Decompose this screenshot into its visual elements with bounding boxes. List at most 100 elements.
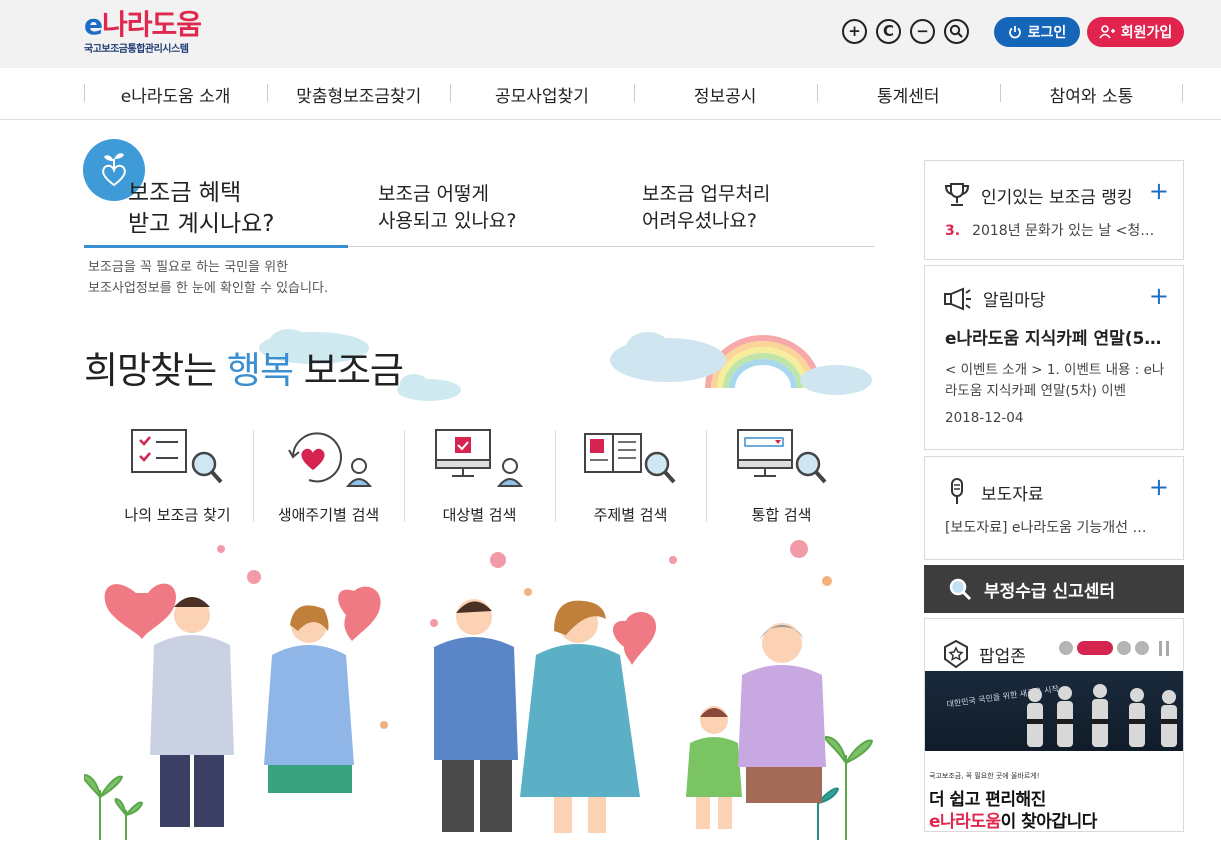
site-logo[interactable]: e나라도움 국고보조금통합관리시스템 <box>84 8 202 55</box>
category-my-subsidy[interactable]: 나의 보조금 찾기 <box>102 428 253 524</box>
main-nav: e나라도움 소개 맞춤형보조금찾기 공모사업찾기 정보공시 통계센터 참여와 소… <box>0 68 1221 120</box>
notice-more-button[interactable]: + <box>1149 284 1169 308</box>
monitor-search-icon <box>737 429 827 484</box>
logo-e: e <box>84 8 103 41</box>
popup-zone-panel: 팝업존 대한민국 국민을 위한 새로운 시작 국고보조금, 꼭 필요한 곳에 올… <box>924 618 1184 832</box>
trophy-icon <box>944 183 970 206</box>
book-search-icon <box>584 433 676 484</box>
pager-dot[interactable] <box>1117 641 1131 655</box>
logo-text: 나라도움 <box>102 8 202 41</box>
banner-photo: 대한민국 국민을 위한 새로운 시작 <box>925 683 1183 777</box>
accessibility-tools: + C − <box>842 19 969 44</box>
hero-title-post: 보조금 <box>293 349 404 392</box>
search-icon[interactable] <box>944 19 969 44</box>
popup-zone-title: 팝업존 <box>979 646 1026 667</box>
nav-item-public-projects[interactable]: 공모사업찾기 <box>450 68 633 120</box>
notice-date: 2018-12-04 <box>945 410 1024 426</box>
logo-subtitle: 국고보조금통합관리시스템 <box>84 44 189 55</box>
tab-usage-line1: 보조금 어떻게 <box>378 183 489 205</box>
nav-item-community[interactable]: 참여와 소통 <box>999 68 1184 120</box>
category-lifecycle[interactable]: 생애주기별 검색 <box>253 428 404 524</box>
popup-brand: e나라도움 <box>929 812 1001 832</box>
pause-icon[interactable] <box>1159 641 1169 656</box>
power-icon <box>1008 26 1021 39</box>
category-label: 통합 검색 <box>751 506 812 524</box>
hero-title: 희망찾는 행복 보조금 <box>84 340 404 394</box>
zoom-out-icon[interactable]: − <box>910 19 935 44</box>
category-topic[interactable]: 주제별 검색 <box>555 428 706 524</box>
join-button[interactable]: 회원가입 <box>1087 17 1184 47</box>
nav-item-custom-subsidy[interactable]: 맞춤형보조금찾기 <box>267 68 450 120</box>
pager-dot[interactable] <box>1059 641 1073 655</box>
tab-usage[interactable]: 보조금 어떻게 사용되고 있나요? <box>378 181 517 235</box>
pager-dot[interactable] <box>1135 641 1149 655</box>
add-user-icon <box>1099 25 1115 39</box>
popup-headline-rest: 이 찾아갑니다 <box>1000 812 1098 832</box>
hero-title-highlight: 행복 <box>226 349 294 392</box>
tab-work[interactable]: 보조금 업무처리 어려우셨나요? <box>642 181 770 235</box>
search-icon <box>949 578 972 601</box>
ranking-header: 인기있는 보조금 랭킹 <box>943 181 1133 209</box>
login-button[interactable]: 로그인 <box>994 17 1080 47</box>
lifecycle-heart-icon <box>288 432 373 487</box>
notice-headline[interactable]: e나라도움 지식카페 연말(5… <box>945 324 1171 349</box>
category-label: 생애주기별 검색 <box>277 506 380 524</box>
report-center-label: 부정수급 신고센터 <box>984 581 1116 602</box>
top-bar: e나라도움 국고보조금통합관리시스템 + C − 로그인 회원가입 <box>0 0 1221 68</box>
popup-headline-2: e나라도움이 찾아갑니다 <box>929 807 1097 832</box>
notice-body[interactable]: < 이벤트 소개 > 1. 이벤트 내용 : e나라도움 지식카페 연말(5차)… <box>945 360 1165 402</box>
join-label: 회원가입 <box>1120 25 1173 41</box>
tab-work-line1: 보조금 업무처리 <box>642 183 771 205</box>
category-label: 나의 보조금 찾기 <box>124 506 231 524</box>
monitor-person-icon <box>435 429 524 487</box>
ranking-panel: 인기있는 보조금 랭킹 + 3. 2018년 문화가 있는 날 <청… <box>924 160 1184 260</box>
pager-dot-active[interactable] <box>1077 641 1113 655</box>
notice-panel: 알림마당 + e나라도움 지식카페 연말(5… < 이벤트 소개 > 1. 이벤… <box>924 265 1184 450</box>
category-search: 나의 보조금 찾기 생애주기별 검색 대상별 검색 주제별 검색 통합 검색 <box>102 428 857 524</box>
notice-title: 알림마당 <box>983 291 1046 311</box>
login-label: 로그인 <box>1027 25 1067 41</box>
popup-pager <box>1059 641 1149 655</box>
checklist-search-icon <box>131 429 223 484</box>
tab-benefit-line2: 받고 계시나요? <box>128 211 275 237</box>
press-item[interactable]: [보도자료] e나라도움 기능개선 … <box>945 517 1167 537</box>
tab-benefit-line1: 보조금 혜택 <box>128 180 242 206</box>
category-integrated[interactable]: 통합 검색 <box>706 428 857 524</box>
nav-item-disclosure[interactable]: 정보공시 <box>633 68 817 120</box>
intro-desc-line2: 보조사업정보를 한 눈에 확인할 수 있습니다. <box>88 281 329 296</box>
tab-active-indicator <box>84 245 348 248</box>
press-panel: 보도자료 + [보도자료] e나라도움 기능개선 … <box>924 456 1184 560</box>
popup-zone-header: 팝업존 <box>943 639 1026 669</box>
banner-text: 대한민국 국민을 위한 새로운 시작 <box>946 683 1060 709</box>
category-label: 주제별 검색 <box>593 506 668 524</box>
popup-caption: 국고보조금, 꼭 필요한 곳에 올바르게! <box>929 772 1040 780</box>
microphone-icon <box>951 478 963 504</box>
notice-header: 알림마당 <box>943 286 1046 311</box>
ranking-more-button[interactable]: + <box>1149 179 1169 203</box>
report-center-button[interactable]: 부정수급 신고센터 <box>924 565 1184 613</box>
megaphone-icon <box>944 287 971 310</box>
intro-desc-line1: 보조금을 꼭 필요로 하는 국민을 위한 <box>88 260 289 275</box>
rainbow-decoration <box>610 332 872 395</box>
press-header: 보도자료 <box>943 477 1044 507</box>
tab-work-line2: 어려우셨나요? <box>642 210 757 232</box>
tab-usage-line2: 사용되고 있나요? <box>378 210 517 232</box>
intro-description: 보조금을 꼭 필요로 하는 국민을 위한 보조사업정보를 한 눈에 확인할 수 … <box>88 257 328 299</box>
tab-benefit[interactable]: 보조금 혜택 받고 계시나요? <box>128 178 274 240</box>
press-more-button[interactable]: + <box>1149 475 1169 499</box>
nav-item-statistics[interactable]: 통계센터 <box>816 68 1000 120</box>
reset-icon[interactable]: C <box>876 19 901 44</box>
nav-item-intro[interactable]: e나라도움 소개 <box>84 68 267 120</box>
category-target[interactable]: 대상별 검색 <box>404 428 555 524</box>
rank-item-title: 2018년 문화가 있는 날 <청… <box>972 223 1155 239</box>
rank-number: 3. <box>945 223 961 239</box>
badge-star-icon <box>944 639 968 669</box>
category-label: 대상별 검색 <box>442 506 517 524</box>
ranking-item[interactable]: 3. 2018년 문화가 있는 날 <청… <box>945 220 1154 240</box>
hero-title-pre: 희망찾는 <box>84 349 227 392</box>
press-title: 보도자료 <box>981 484 1044 505</box>
family-hearts-illustration <box>84 540 874 840</box>
popup-banner-image[interactable]: 대한민국 국민을 위한 새로운 시작 <box>925 671 1183 777</box>
zoom-in-icon[interactable]: + <box>842 19 867 44</box>
ranking-title: 인기있는 보조금 랭킹 <box>981 187 1133 208</box>
